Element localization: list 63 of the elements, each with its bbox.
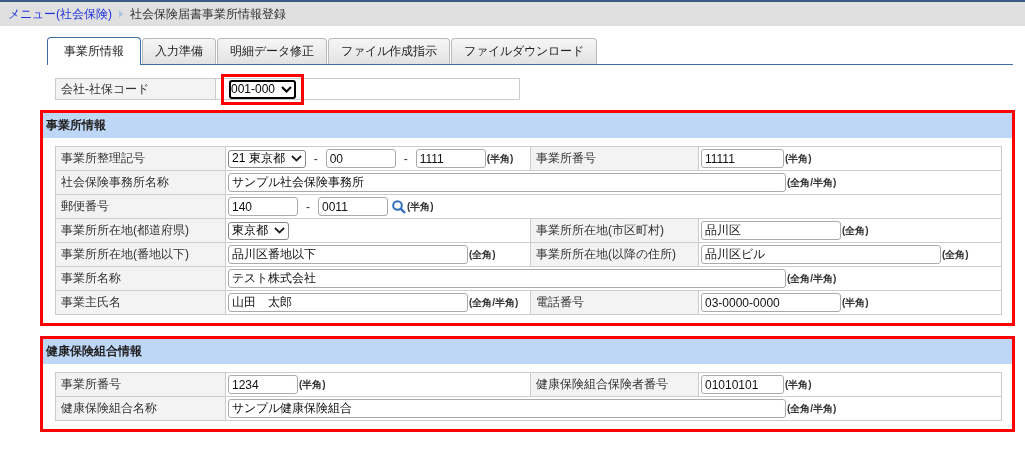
caret-icon	[274, 227, 285, 234]
field-label: 事業所所在地(以降の住所)	[530, 242, 699, 267]
tab[interactable]: ファイル作成指示	[328, 38, 450, 64]
input-field[interactable]: 140	[228, 197, 298, 216]
dropdown[interactable]: 001-000	[229, 79, 297, 99]
input-hint: (全角/半角)	[787, 175, 837, 190]
input-field[interactable]: サンプル健康保険組合	[228, 399, 786, 418]
input-hint: (半角)	[785, 151, 812, 166]
input-field[interactable]: 1111	[415, 149, 486, 168]
input-field[interactable]: 0011	[318, 197, 388, 216]
input-field[interactable]: 03-0000-0000	[701, 293, 841, 312]
field-label: 電話番号	[530, 290, 699, 315]
input-field[interactable]: 品川区番地以下	[228, 245, 468, 264]
input-hint: (半角)	[299, 377, 326, 392]
tab[interactable]: 事業所情報	[47, 37, 141, 65]
field-label: 健康保険組合名称	[55, 396, 226, 421]
input-field[interactable]: サンプル社会保険事務所	[228, 173, 786, 192]
input-hint: (半角)	[407, 199, 434, 214]
input-field[interactable]: 01010101	[701, 375, 784, 394]
input-hint: (全角)	[469, 247, 496, 262]
field-label: 郵便番号	[55, 194, 226, 219]
tab[interactable]: 入力準備	[142, 38, 216, 64]
field-label: 事業所所在地(都道府県)	[55, 218, 226, 243]
input-hint: (全角)	[842, 223, 869, 238]
field-label: 健康保険組合保険者番号	[530, 372, 699, 397]
input-field[interactable]: 品川区ビル	[701, 245, 941, 264]
field-label: 社会保険事務所名称	[55, 170, 226, 195]
caret-icon	[290, 155, 302, 162]
field-label: 事業所所在地(市区町村)	[530, 218, 699, 243]
input-hint: (半角)	[842, 295, 869, 310]
field-label: 事業所整理記号	[55, 146, 226, 171]
breadcrumb-link[interactable]: メニュー(社会保険)	[8, 5, 112, 23]
page-title: 社会保険届書事業所情報登録	[130, 5, 286, 23]
input-field[interactable]: 00	[325, 149, 396, 168]
input-hint: (半角)	[486, 151, 514, 166]
input-field[interactable]: 1234	[228, 375, 298, 394]
field-label: 事業所番号	[530, 146, 699, 171]
dropdown[interactable]: 21 東京都	[228, 149, 306, 168]
input-hint: (全角/半角)	[787, 271, 837, 286]
dash-separator: -	[312, 151, 319, 166]
field-label: 事業主氏名	[55, 290, 226, 315]
section-header: 健康保険組合情報	[43, 339, 1012, 364]
input-hint: (半角)	[785, 377, 812, 392]
input-field[interactable]: 11111	[701, 149, 784, 168]
input-hint: (全角)	[942, 247, 969, 262]
dash-separator: -	[305, 199, 311, 214]
input-field[interactable]: 品川区	[701, 221, 841, 240]
input-hint: (全角/半角)	[469, 295, 519, 310]
tab[interactable]: ファイルダウンロード	[451, 38, 597, 64]
field-label: 事業所名称	[55, 266, 226, 291]
chevron-icon	[118, 10, 124, 18]
section-header: 事業所情報	[43, 113, 1012, 138]
dash-separator: -	[402, 151, 409, 166]
input-field[interactable]: 山田 太郎	[228, 293, 468, 312]
field-label: 会社-社保コード	[55, 78, 216, 100]
tab[interactable]: 明細データ修正	[217, 38, 327, 64]
search-icon[interactable]	[392, 199, 406, 214]
dropdown[interactable]: 東京都	[228, 221, 289, 240]
field-label: 事業所番号	[55, 372, 226, 397]
input-field[interactable]: テスト株式会社	[228, 269, 786, 288]
field-label: 事業所所在地(番地以下)	[55, 242, 226, 267]
input-hint: (全角/半角)	[787, 401, 837, 416]
caret-icon	[281, 85, 293, 93]
